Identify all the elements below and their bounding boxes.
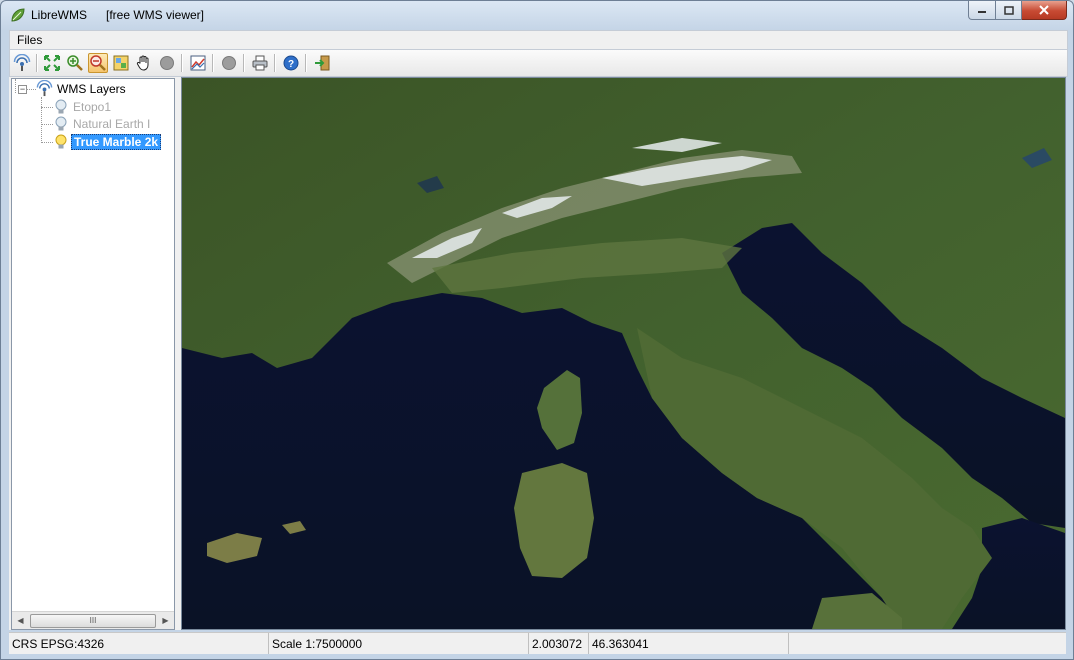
record-button[interactable] [219,53,239,73]
toolbar: ? [9,49,1068,77]
title-bar[interactable]: LibreWMS [free WMS viewer] [1,1,1073,29]
scroll-right-button[interactable]: ▶ [157,612,174,629]
minimize-button[interactable] [968,1,996,20]
pan-hand-icon [136,55,149,71]
tree-root-wms-layers[interactable]: WMS Layers [36,80,128,97]
layer-label-true-marble: True Marble 2k [71,133,162,150]
close-icon [1039,5,1049,15]
wms-connect-icon [13,54,31,71]
zoom-out-button[interactable] [88,53,108,73]
bulb-on-icon [55,134,67,148]
map-view[interactable] [181,77,1066,630]
tree-root-label: WMS Layers [57,81,126,96]
layer-info-icon [113,55,129,71]
print-icon [252,55,268,71]
scroll-thumb[interactable]: III [30,614,156,628]
record-icon [222,56,236,70]
wms-server-icon [36,80,53,97]
exit-icon [315,55,330,71]
zoom-full-extent-button[interactable] [42,53,62,73]
window-subtitle: [free WMS viewer] [106,8,205,22]
tree-horizontal-scrollbar[interactable]: ◀ III ▶ [12,611,174,629]
stop-button[interactable] [157,53,177,73]
satellite-map-image [182,78,1065,629]
refresh-map-button[interactable] [188,53,208,73]
close-button[interactable] [1022,1,1067,20]
svg-text:?: ? [288,59,294,70]
print-button[interactable] [250,53,270,73]
scroll-left-button[interactable]: ◀ [12,612,29,629]
stop-icon [160,56,174,70]
layer-label-natural-earth: Natural Earth I [73,116,151,131]
menu-bar: Files [9,30,1068,49]
status-scale: Scale 1:7500000 [269,633,529,654]
bulb-off-icon [55,116,67,130]
zoom-full-extent-icon [44,55,60,71]
minimize-icon [978,11,986,13]
help-button[interactable]: ? [281,53,301,73]
layer-label-etopo1: Etopo1 [73,99,112,114]
maximize-icon [1003,5,1014,15]
help-icon: ? [283,55,299,71]
window-title: LibreWMS [31,8,88,22]
status-latitude: 46.363041 [589,633,789,654]
exit-button[interactable] [312,53,332,73]
pan-button[interactable] [134,53,154,73]
zoom-in-button[interactable] [65,53,85,73]
status-crs: CRS EPSG:4326 [9,633,269,654]
zoom-in-icon [67,55,83,71]
bulb-off-icon [55,99,67,113]
status-bar: CRS EPSG:4326 Scale 1:7500000 2.003072 4… [9,632,1066,654]
layer-tree[interactable]: − WMS Layers Etopo1 Natural Earth I True… [11,78,175,630]
app-window: LibreWMS [free WMS viewer] Files ? − WMS… [0,0,1074,660]
tree-layer-natural-earth[interactable]: Natural Earth I [54,115,152,132]
status-empty-cell [789,633,1066,654]
main-area: − WMS Layers Etopo1 Natural Earth I True… [9,77,1066,630]
maximize-button[interactable] [996,1,1022,20]
leaf-app-icon [11,8,25,22]
status-longitude: 2.003072 [529,633,589,654]
zoom-out-icon [90,55,106,71]
tree-layer-etopo1[interactable]: Etopo1 [54,98,113,115]
tree-layer-true-marble[interactable]: True Marble 2k [54,133,162,150]
wms-connect-button[interactable] [12,53,32,73]
refresh-map-icon [190,55,206,71]
layer-info-button[interactable] [111,53,131,73]
menu-files[interactable]: Files [17,33,42,47]
